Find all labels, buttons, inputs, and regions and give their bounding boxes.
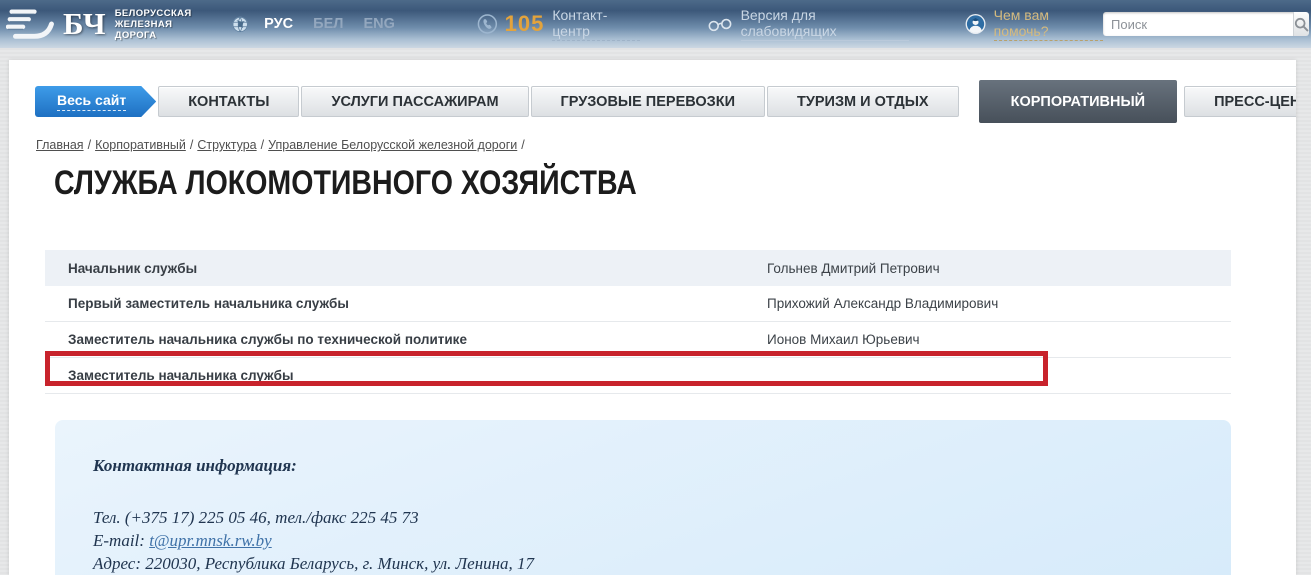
table-row: Заместитель начальника службы bbox=[45, 358, 1231, 394]
lang-eng[interactable]: ENG bbox=[363, 16, 394, 32]
tab-label: КОНТАКТЫ bbox=[188, 94, 269, 110]
tab-contacts[interactable]: КОНТАКТЫ bbox=[158, 86, 299, 117]
search-icon bbox=[1294, 17, 1309, 32]
tab-label: ТУРИЗМ И ОТДЫХ bbox=[797, 94, 929, 110]
tab-label: ГРУЗОВЫЕ ПЕРЕВОЗКИ bbox=[561, 94, 735, 110]
tab-label: КОРПОРАТИВНЫЙ bbox=[1011, 94, 1146, 110]
phone-icon bbox=[477, 13, 498, 35]
staff-rows: Начальник службыГольнев Дмитрий Петрович… bbox=[45, 250, 1231, 394]
contact-title: Контактная информация: bbox=[93, 456, 1231, 476]
breadcrumb-separator: / bbox=[190, 138, 193, 152]
glasses-icon bbox=[708, 16, 733, 32]
help-widget: Чем вам помочь? bbox=[965, 7, 1103, 41]
tab-label: Весь сайт bbox=[57, 92, 126, 111]
breadcrumb-link[interactable]: Главная bbox=[36, 138, 84, 152]
position-cell: Первый заместитель начальника службы bbox=[45, 296, 767, 311]
help-link[interactable]: Чем вам помочь? bbox=[994, 7, 1103, 41]
tab-passenger-services[interactable]: УСЛУГИ ПАССАЖИРАМ bbox=[301, 86, 528, 117]
breadcrumb-separator: / bbox=[88, 138, 91, 152]
tab-label: ПРЕСС-ЦЕНТР bbox=[1214, 94, 1296, 110]
search-input[interactable] bbox=[1103, 12, 1293, 36]
accessibility-link[interactable]: Версия для слабовидящих bbox=[741, 7, 909, 41]
assistant-avatar-icon bbox=[965, 13, 986, 35]
site-header: БЧ БЕЛОРУССКАЯ ЖЕЛЕЗНАЯ ДОРОГА РУС БЕЛ E… bbox=[0, 0, 1311, 48]
search-box bbox=[1103, 12, 1297, 36]
position-cell: Заместитель начальника службы по техниче… bbox=[45, 332, 767, 347]
name-cell: Гольнев Дмитрий Петрович bbox=[767, 261, 1231, 276]
site-logo[interactable]: БЧ БЕЛОРУССКАЯ ЖЕЛЕЗНАЯ ДОРОГА bbox=[6, 4, 212, 44]
lang-rus[interactable]: РУС bbox=[264, 16, 293, 32]
staff-table: Начальник службыГольнев Дмитрий Петрович… bbox=[45, 250, 1231, 394]
page-title: СЛУЖБА ЛОКОМОТИВНОГО ХОЗЯЙСТВА bbox=[54, 164, 637, 203]
accessibility-version: Версия для слабовидящих bbox=[708, 7, 909, 41]
contact-phone-line: Тел. (+375 17) 225 05 46, тел./факс 225 … bbox=[93, 506, 1231, 529]
railway-logo-icon bbox=[6, 4, 61, 44]
position-cell: Заместитель начальника службы bbox=[45, 368, 767, 383]
name-cell: Прихожий Александр Владимирович bbox=[767, 296, 1231, 311]
breadcrumb-link[interactable]: Управление Белорусской железной дороги bbox=[268, 138, 517, 152]
main-nav: Весь сайт КОНТАКТЫ УСЛУГИ ПАССАЖИРАМ ГРУЗОВ… bbox=[35, 80, 1296, 123]
logo-text: БЕЛОРУССКАЯ ЖЕЛЕЗНАЯ ДОРОГА bbox=[115, 8, 212, 41]
contact-email-line: E-mail: t@upr.mnsk.rw.by bbox=[93, 529, 1231, 552]
email-label: E-mail: bbox=[93, 531, 149, 550]
breadcrumb-separator: / bbox=[261, 138, 264, 152]
globe-icon bbox=[232, 16, 248, 33]
logo-abbr: БЧ bbox=[63, 6, 107, 42]
contact-center: 105 Контакт-центр bbox=[477, 7, 640, 41]
search-button[interactable] bbox=[1293, 12, 1309, 36]
table-row: Первый заместитель начальника службыПрих… bbox=[45, 286, 1231, 322]
breadcrumb-link[interactable]: Корпоративный bbox=[95, 138, 186, 152]
content-panel: Весь сайт КОНТАКТЫ УСЛУГИ ПАССАЖИРАМ ГРУЗОВ… bbox=[9, 60, 1296, 575]
lang-bel[interactable]: БЕЛ bbox=[313, 16, 343, 32]
tab-whole-site[interactable]: Весь сайт bbox=[35, 86, 156, 117]
table-row: Начальник службыГольнев Дмитрий Петрович bbox=[45, 250, 1231, 286]
position-cell: Начальник службы bbox=[45, 261, 767, 276]
table-row: Заместитель начальника службы по техниче… bbox=[45, 322, 1231, 358]
breadcrumb: Главная / Корпоративный / Структура / Управлен… bbox=[36, 138, 529, 152]
contact-center-link[interactable]: Контакт-центр bbox=[552, 7, 639, 41]
breadcrumb-separator: / bbox=[521, 138, 524, 152]
name-cell: Ионов Михаил Юрьевич bbox=[767, 332, 1231, 347]
contact-phone-number: 105 bbox=[505, 11, 545, 37]
tab-label: УСЛУГИ ПАССАЖИРАМ bbox=[331, 94, 498, 110]
email-link[interactable]: t@upr.mnsk.rw.by bbox=[149, 531, 272, 550]
contact-info-block: Контактная информация: Тел. (+375 17) 22… bbox=[55, 420, 1231, 575]
contact-address-line: Адрес: 220030, Республика Беларусь, г. М… bbox=[93, 552, 1231, 575]
tab-press-center[interactable]: ПРЕСС-ЦЕНТР bbox=[1184, 86, 1296, 117]
tab-corporate[interactable]: КОРПОРАТИВНЫЙ bbox=[979, 80, 1178, 123]
tab-freight[interactable]: ГРУЗОВЫЕ ПЕРЕВОЗКИ bbox=[531, 86, 765, 117]
breadcrumb-link[interactable]: Структура bbox=[197, 138, 256, 152]
language-switcher: РУС БЕЛ ENG bbox=[264, 16, 415, 32]
tab-tourism[interactable]: ТУРИЗМ И ОТДЫХ bbox=[767, 86, 959, 117]
